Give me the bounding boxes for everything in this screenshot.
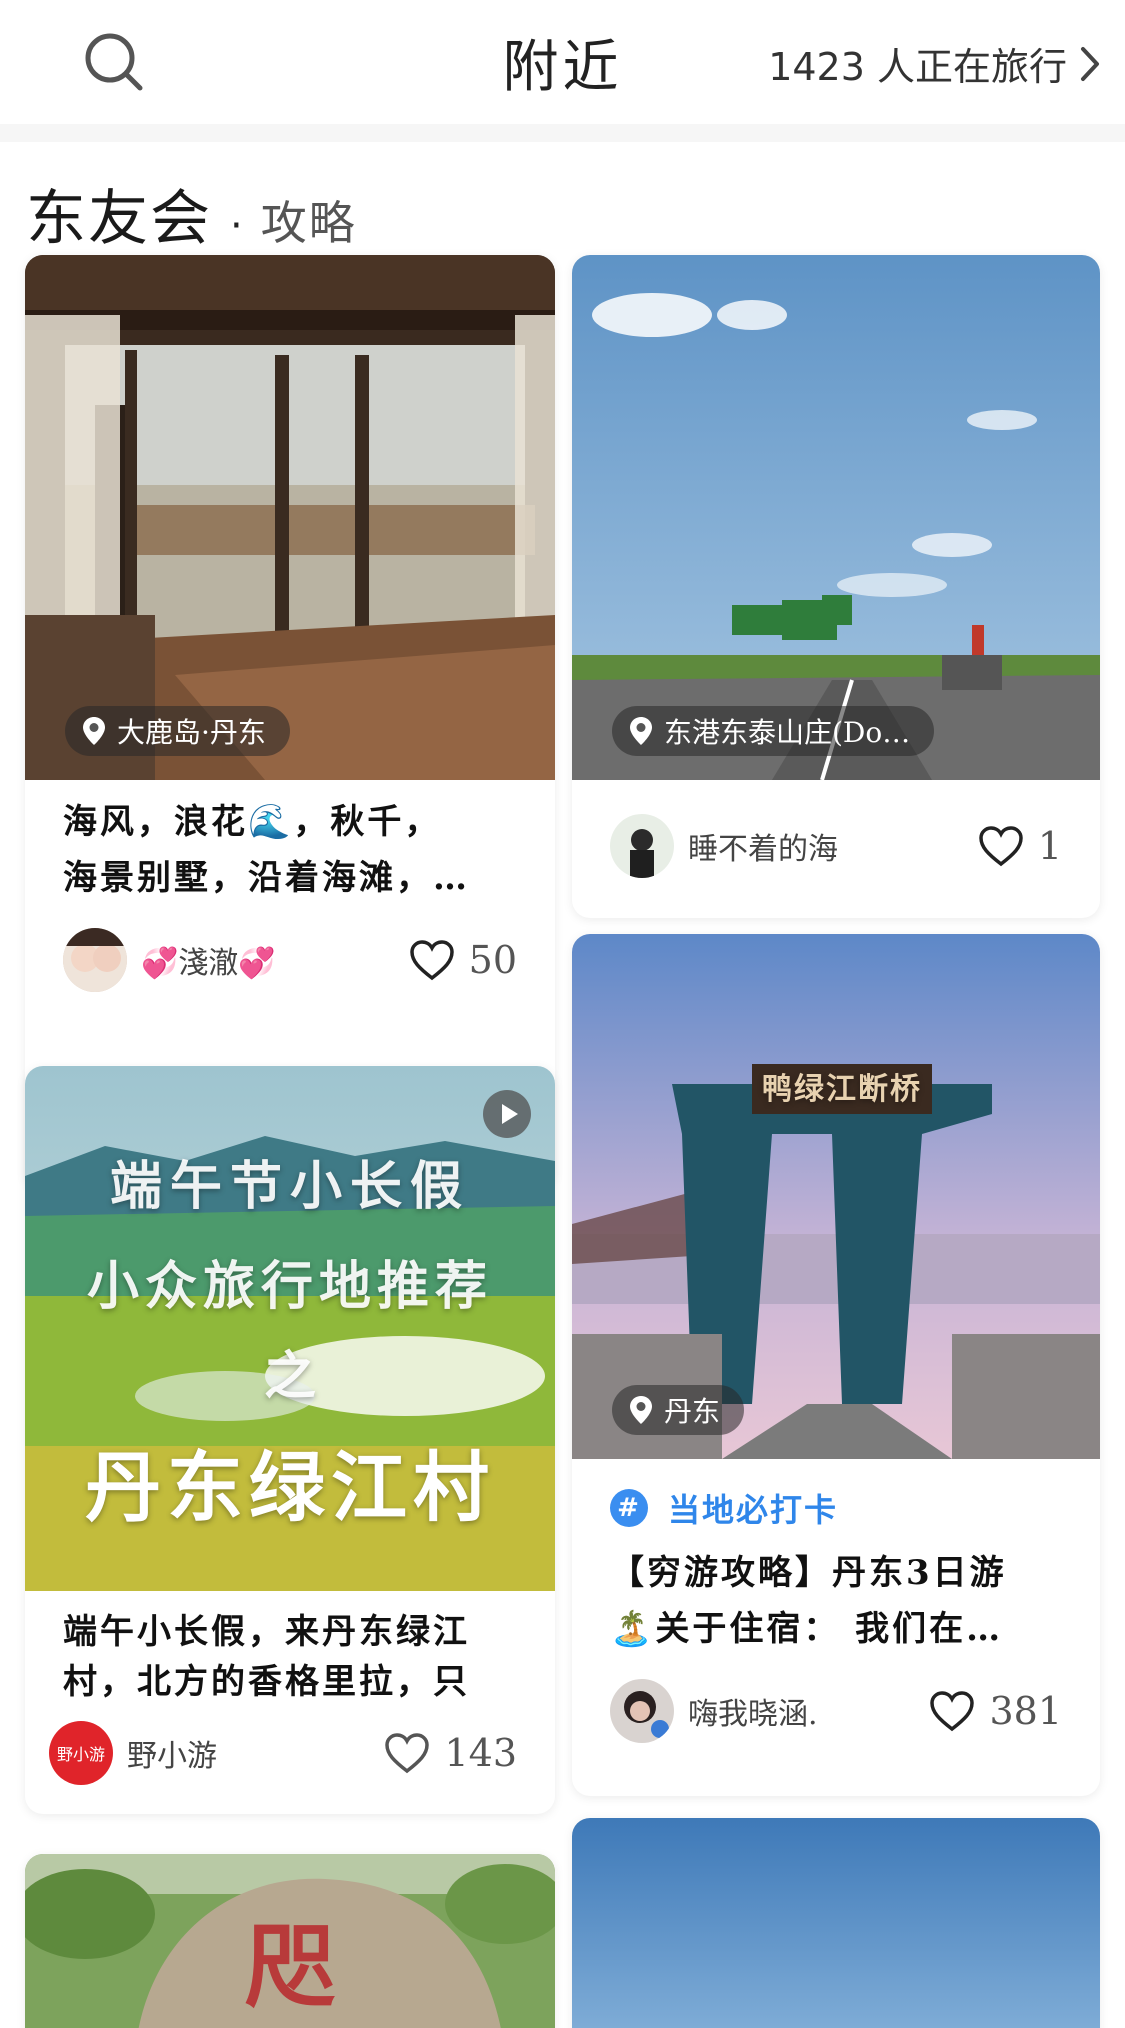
location-pin-icon [630,717,652,745]
section-subtitle[interactable]: 攻略 [261,187,357,253]
section-separator: · [230,203,243,249]
avatar: 野小游 [49,1721,113,1785]
avatar [610,1679,674,1743]
topic-tag[interactable]: # 当地必打卡 [572,1459,1100,1531]
divider [0,124,1125,142]
avatar-text: 野小游 [56,1745,105,1764]
card-meta: 野小游 野小游 143 [25,1721,555,1785]
author[interactable]: 睡不着的海 [610,814,838,878]
author[interactable]: 嗨我晓涵. [610,1679,818,1743]
like-count: 50 [468,938,517,982]
card-title: 海风，浪花🌊，秋千， 海景别墅，沿着海滩，… [25,780,555,906]
location-pin-icon [83,717,105,745]
location-label: 丹东 [664,1395,721,1428]
author[interactable]: 野小游 野小游 [49,1721,217,1785]
feed-card-sky[interactable] [572,1818,1100,2028]
section-name: 东友会 [26,184,212,254]
card-image: 鸭绿江断桥 丹东 [572,934,1100,1459]
play-button[interactable] [483,1090,531,1138]
hashtag-icon: # [610,1489,648,1527]
author-name: 嗨我晓涵. [688,1697,818,1732]
feed-content: 东友会 · 攻略 大鹿岛·丹东 海风，浪花🌊，秋千， 海景别墅，沿着海滩，… 💞… [0,142,1125,2028]
location-pin-icon [630,1396,652,1424]
play-icon [502,1104,518,1124]
like-count: 381 [989,1689,1062,1733]
rock-inscription: 咫 [245,1914,335,2020]
author-name: 野小游 [127,1739,217,1774]
card-title-line: 海风，浪花🌊，秋千， [63,802,442,842]
location-pill[interactable]: 丹东 [612,1385,745,1435]
like-button[interactable]: 1 [978,824,1062,868]
card-title-line: 端午小长假，来丹东绿江 [63,1612,470,1652]
card-image: 东港东泰山庄(Do… [572,255,1100,780]
author-name: 睡不着的海 [688,832,838,867]
feed-card-video[interactable]: 端午节小长假 小众旅行地推荐 之 丹东绿江村 端午小长假，来丹东绿江 村，北方的… [25,1066,555,1814]
overlay-line: 小众旅行地推荐 [86,1256,493,1317]
overlay-line: 丹东绿江村 [85,1443,495,1532]
avatar [610,814,674,878]
top-bar: 附近 1423 人正在旅行 [0,0,1125,124]
like-count: 1 [1037,824,1062,868]
like-count: 143 [444,1731,517,1775]
card-title: 【穷游攻略】丹东3日游 🏝️关于住宿： 我们在… [572,1531,1100,1657]
location-pill[interactable]: 大鹿岛·丹东 [65,706,290,756]
like-button[interactable]: 50 [409,938,517,982]
author-name: 💞淺澈💞 [141,946,276,981]
travel-count-link[interactable]: 1423 人正在旅行 [768,36,1101,91]
card-meta: 嗨我晓涵. 381 [572,1679,1100,1743]
bridge-sign: 鸭绿江断桥 [762,1072,922,1107]
heart-icon [930,1691,975,1732]
card-title-line: 海景别墅，沿着海滩，… [63,858,470,898]
like-button[interactable]: 381 [929,1689,1062,1733]
feed-card-rock[interactable]: 咫 [25,1854,555,2028]
chevron-right-icon [1081,46,1099,81]
card-video-thumbnail: 端午节小长假 小众旅行地推荐 之 丹东绿江村 [25,1066,555,1591]
overlay-line: 之 [263,1346,316,1407]
card-image: 咫 [25,1854,555,2028]
card-title-line: 🏝️关于住宿： 我们在… [610,1609,1004,1649]
section-header: 东友会 · 攻略 [26,170,357,257]
location-label: 东港东泰山庄(Do… [664,716,911,749]
overlay-line: 端午节小长假 [109,1156,470,1217]
location-pill[interactable]: 东港东泰山庄(Do… [612,706,935,756]
location-label: 大鹿岛·丹东 [117,716,266,749]
avatar [63,928,127,992]
card-meta: 💞淺澈💞 50 [25,928,555,992]
card-meta: 睡不着的海 1 [572,814,1100,878]
card-title: 端午小长假，来丹东绿江 村，北方的香格里拉，只 [25,1591,555,1707]
heart-icon [409,940,454,981]
heart-icon [979,826,1023,867]
card-title-line: 【穷游攻略】丹东3日游 [610,1553,1007,1593]
like-button[interactable]: 143 [384,1731,517,1775]
card-title-line: 村，北方的香格里拉，只 [63,1662,470,1702]
topic-tag-label: 当地必打卡 [668,1491,839,1529]
heart-icon [385,1733,430,1774]
feed-card-villa[interactable]: 大鹿岛·丹东 海风，浪花🌊，秋千， 海景别墅，沿着海滩，… 💞淺澈💞 50 [25,255,555,1190]
card-image [572,1818,1100,2028]
travel-count-label: 1423 人正在旅行 [768,45,1067,89]
feed-card-bridge[interactable]: 鸭绿江断桥 丹东 # 当地必打卡 【穷游攻略】丹东3日游 🏝️关于住宿： 我们在… [572,934,1100,1796]
card-image: 大鹿岛·丹东 [25,255,555,780]
author[interactable]: 💞淺澈💞 [63,928,276,992]
feed-card-highway[interactable]: 东港东泰山庄(Do… 睡不着的海 1 [572,255,1100,918]
